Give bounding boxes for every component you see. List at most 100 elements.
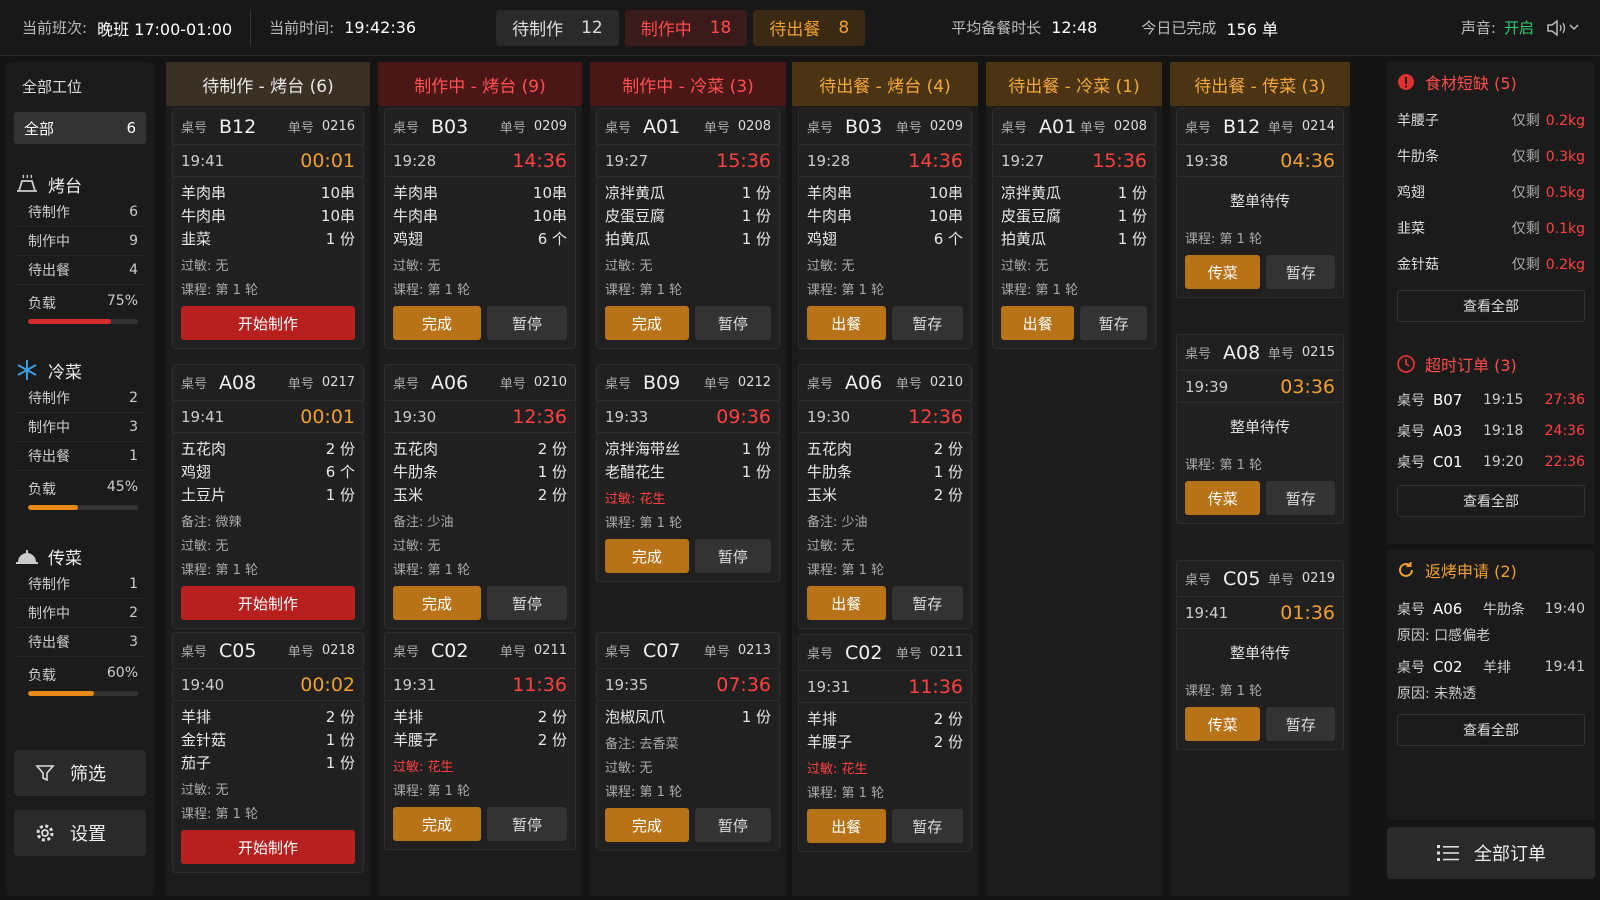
serve-button[interactable]: 出餐 (807, 809, 886, 843)
station-stat-row[interactable]: 制作中 9 (14, 227, 146, 256)
order-card[interactable]: 桌号 B03 单号 0209 19:28 14:36 羊肉串 10串 牛肉串 1… (384, 108, 576, 349)
order-card[interactable]: 桌号 C02 单号 0211 19:31 11:36 羊排 2 份 羊腰子 2 … (798, 634, 972, 852)
overtime-order[interactable]: 桌号 C01 19:20 22:36 (1387, 446, 1595, 477)
hold-button[interactable]: 暂存 (891, 586, 963, 620)
table-number: B12 (1223, 115, 1261, 138)
station-filter-all[interactable]: 全部 6 (14, 112, 146, 144)
station-title[interactable]: 烤台 (14, 170, 146, 198)
overtime-view-all-button[interactable]: 查看全部 (1397, 485, 1585, 517)
order-card[interactable]: 桌号 B03 单号 0209 19:28 14:36 羊肉串 10串 牛肉串 1… (798, 108, 972, 349)
start-cooking-button[interactable]: 开始制作 (181, 830, 355, 864)
speaker-icon[interactable] (1546, 18, 1580, 38)
shortage-item[interactable]: 牛肋条 仅剩 0.3kg (1387, 138, 1595, 174)
order-card[interactable]: 桌号 C05 单号 0219 19:41 01:36 整单待传 课程: 第 1 轮… (1176, 560, 1344, 750)
shortage-item[interactable]: 金针菇 仅剩 0.2kg (1387, 246, 1595, 282)
shortage-item[interactable]: 羊腰子 仅剩 0.2kg (1387, 102, 1595, 138)
pause-button[interactable]: 暂停 (487, 306, 567, 340)
hold-button[interactable]: 暂存 (1266, 707, 1335, 741)
table-number: A01 (643, 115, 681, 138)
hold-button[interactable]: 暂存 (1266, 255, 1335, 289)
order-card[interactable]: 桌号 A08 单号 0215 19:39 03:36 整单待传 课程: 第 1 轮… (1176, 334, 1344, 524)
pause-button[interactable]: 暂停 (694, 539, 771, 573)
pause-button[interactable]: 暂停 (694, 808, 771, 842)
station-stat-row[interactable]: 待出餐 3 (14, 628, 146, 657)
regrill-view-all-button[interactable]: 查看全部 (1397, 714, 1585, 746)
note-value: 少油 (427, 514, 454, 530)
station-stat-row[interactable]: 制作中 2 (14, 599, 146, 628)
complete-button[interactable]: 完成 (605, 306, 689, 340)
regrill-request[interactable]: 桌号 C02 羊排 19:41 原因: 未熟透 (1387, 648, 1595, 706)
alert-icon (1395, 71, 1417, 93)
sound-control[interactable]: 声音: 开启 (1461, 17, 1580, 38)
elapsed-timer: 11:36 (908, 675, 963, 698)
order-card[interactable]: 桌号 B09 单号 0212 19:33 09:36 凉拌海带丝 1 份 老醋花… (596, 364, 780, 582)
station-stat-row[interactable]: 待出餐 1 (14, 442, 146, 471)
deliver-button[interactable]: 传菜 (1185, 481, 1261, 515)
reason-value: 口感偏老 (1434, 628, 1491, 644)
table-label: 桌号 (393, 645, 420, 660)
stat-ready-label: 待出餐 (769, 20, 821, 40)
complete-button[interactable]: 完成 (605, 808, 689, 842)
all-stations-header[interactable]: 全部工位 (22, 76, 82, 97)
order-card[interactable]: 桌号 B12 单号 0216 19:41 00:01 羊肉串 10串 牛肉串 1… (172, 108, 364, 349)
order-card[interactable]: 桌号 B12 单号 0214 19:38 04:36 整单待传 课程: 第 1 轮… (1176, 108, 1344, 298)
station-stat-row[interactable]: 待制作 6 (14, 198, 146, 227)
complete-button[interactable]: 完成 (605, 539, 689, 573)
station-stat-row[interactable]: 制作中 3 (14, 413, 146, 442)
course-value: 第 1 轮 (1219, 457, 1263, 473)
order-card[interactable]: 桌号 A01 单号 0208 19:27 15:36 凉拌黄瓜 1 份 皮蛋豆腐… (992, 108, 1156, 349)
shortage-item[interactable]: 鸡翅 仅剩 0.5kg (1387, 174, 1595, 210)
card-actions: 完成 暂停 (597, 802, 779, 842)
pause-button[interactable]: 暂停 (694, 306, 771, 340)
stat-ready[interactable]: 待出餐 8 (753, 9, 866, 46)
filter-button[interactable]: 筛选 (14, 750, 146, 796)
serve-button[interactable]: 出餐 (807, 306, 886, 340)
order-card[interactable]: 桌号 C05 单号 0218 19:40 00:02 羊排 2 份 金针菇 1 … (172, 632, 364, 873)
hold-button[interactable]: 暂存 (891, 306, 963, 340)
complete-button[interactable]: 完成 (393, 306, 481, 340)
all-orders-button[interactable]: 全部订单 (1387, 827, 1595, 879)
remain-qty: 0.3kg (1545, 149, 1585, 165)
complete-button[interactable]: 完成 (393, 586, 481, 620)
order-card[interactable]: 桌号 A08 单号 0217 19:41 00:01 五花肉 2 份 鸡翅 6 … (172, 364, 364, 629)
table-label: 桌号 (181, 645, 208, 660)
order-card[interactable]: 桌号 A06 单号 0210 19:30 12:36 五花肉 2 份 牛肋条 1… (384, 364, 576, 629)
regrill-request[interactable]: 桌号 A06 牛肋条 19:40 原因: 口感偏老 (1387, 590, 1595, 648)
hold-button[interactable]: 暂存 (1266, 481, 1335, 515)
pause-button[interactable]: 暂停 (487, 807, 567, 841)
station-stat-row[interactable]: 待出餐 4 (14, 256, 146, 285)
start-cooking-button[interactable]: 开始制作 (181, 306, 355, 340)
station-stat-row[interactable]: 待制作 1 (14, 570, 146, 599)
order-card[interactable]: 桌号 C02 单号 0211 19:31 11:36 羊排 2 份 羊腰子 2 … (384, 632, 576, 850)
shortage-view-all-button[interactable]: 查看全部 (1397, 290, 1585, 322)
deliver-button[interactable]: 传菜 (1185, 707, 1261, 741)
overtime-order[interactable]: 桌号 A03 19:18 24:36 (1387, 415, 1595, 446)
stat-pending[interactable]: 待制作 12 (496, 9, 619, 46)
order-card[interactable]: 桌号 A06 单号 0210 19:30 12:36 五花肉 2 份 牛肋条 1… (798, 364, 972, 629)
item-qty: 2 份 (537, 731, 567, 749)
serve-button[interactable]: 出餐 (807, 586, 886, 620)
order-card[interactable]: 桌号 A01 单号 0208 19:27 15:36 凉拌黄瓜 1 份 皮蛋豆腐… (596, 108, 780, 349)
station-title[interactable]: 传菜 (14, 542, 146, 570)
pause-button[interactable]: 暂停 (487, 586, 567, 620)
order-items: 五花肉 2 份 牛肋条 1 份 玉米 2 份 (799, 433, 971, 508)
card-header: 桌号 A08 单号 0217 (173, 365, 363, 401)
overtime-order[interactable]: 桌号 B07 19:15 27:36 (1387, 384, 1595, 415)
start-cooking-button[interactable]: 开始制作 (181, 586, 355, 620)
settings-button[interactable]: 设置 (14, 810, 146, 856)
complete-button[interactable]: 完成 (393, 807, 481, 841)
stat-in-progress[interactable]: 制作中 18 (624, 9, 748, 46)
deliver-button[interactable]: 传菜 (1185, 255, 1261, 289)
station-title[interactable]: 冷菜 (14, 356, 146, 384)
hold-button[interactable]: 暂存 (891, 809, 963, 843)
item-name: 皮蛋豆腐 (1001, 207, 1062, 225)
allergy-value: 花生 (841, 761, 868, 777)
shortage-item[interactable]: 韭菜 仅剩 0.1kg (1387, 210, 1595, 246)
station-stat-row[interactable]: 待制作 2 (14, 384, 146, 413)
order-label: 单号 (287, 377, 314, 392)
order-card[interactable]: 桌号 C07 单号 0213 19:35 07:36 泡椒凤爪 1 份 备注: … (596, 632, 780, 851)
card-header: 桌号 A01 单号 0208 (597, 109, 779, 145)
course-info: 课程: 第 1 轮 (1177, 451, 1343, 475)
serve-button[interactable]: 出餐 (1001, 306, 1075, 340)
hold-button[interactable]: 暂存 (1080, 306, 1147, 340)
